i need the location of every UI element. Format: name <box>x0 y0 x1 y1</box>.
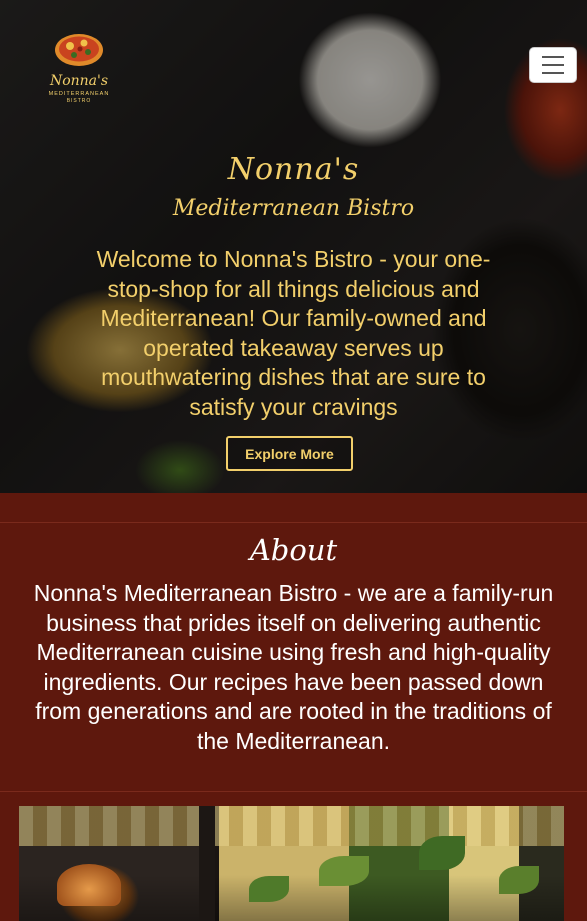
logo[interactable]: Nonna's MEDITERRANEAN BISTRO <box>40 28 118 106</box>
pizza-icon: Nonna's MEDITERRANEAN BISTRO <box>49 34 110 104</box>
hero-title: Nonna's <box>227 152 360 187</box>
lamp-decoration <box>57 864 121 906</box>
restaurant-interior-image <box>19 806 564 921</box>
menu-toggle-button[interactable] <box>529 47 577 83</box>
plant-decoration <box>419 836 465 870</box>
section-divider <box>0 522 587 523</box>
hero-subtitle: Mediterranean Bistro <box>172 196 415 221</box>
window-frame <box>199 806 215 921</box>
plant-decoration <box>499 866 539 894</box>
hamburger-icon <box>542 56 564 58</box>
plant-decoration <box>249 876 289 902</box>
hero-description: Welcome to Nonna's Bistro - your one-sto… <box>96 246 491 420</box>
svg-text:BISTRO: BISTRO <box>67 98 92 104</box>
plant-decoration <box>319 856 369 886</box>
awning-decoration <box>19 806 564 846</box>
hero-section: Nonna's MEDITERRANEAN BISTRO Nonna's Med… <box>0 0 587 493</box>
hamburger-icon-bar <box>542 64 564 66</box>
hero-content: Nonna's MEDITERRANEAN BISTRO Nonna's Med… <box>0 0 587 493</box>
svg-text:Nonna's: Nonna's <box>49 73 108 89</box>
hamburger-icon-bar <box>542 72 564 74</box>
about-description: Nonna's Mediterranean Bistro - we are a … <box>33 580 554 754</box>
about-title: About <box>249 533 338 567</box>
explore-more-button[interactable]: Explore More <box>226 436 353 471</box>
section-divider <box>0 791 587 792</box>
svg-text:MEDITERRANEAN: MEDITERRANEAN <box>49 91 110 97</box>
